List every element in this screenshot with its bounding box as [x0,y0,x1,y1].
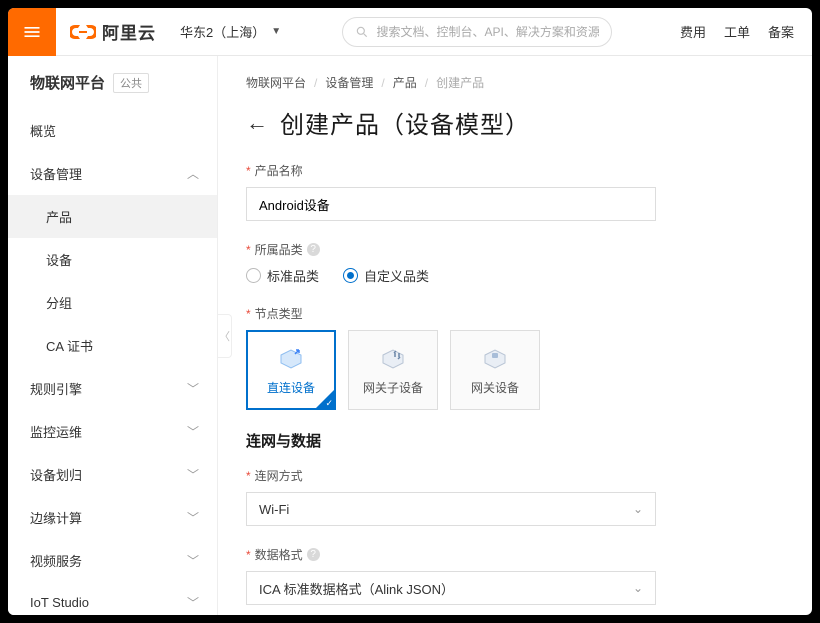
label-product-name: *产品名称 [246,162,784,179]
label-network-mode: *连网方式 [246,467,784,484]
brand[interactable]: 阿里云 [56,19,170,44]
page-title: 创建产品（设备模型） [280,105,530,140]
node-card-gateway-sub[interactable]: 网关子设备 [348,330,438,410]
arrow-left-icon: ← [246,110,268,135]
direct-device-icon [277,345,305,373]
product-name-input[interactable] [246,187,656,221]
sidebar-badge: 公共 [113,73,149,93]
help-icon[interactable]: ? [307,243,320,256]
menu-toggle-button[interactable] [8,8,56,56]
chevron-down-icon: ﹀ [187,466,199,483]
caret-down-icon: ▼ [271,26,281,37]
sidebar-item-device-mgmt[interactable]: 设备管理 ︿ [8,152,217,195]
breadcrumb: 物联网平台 / 设备管理 / 产品 / 创建产品 [246,74,784,91]
chevron-up-icon: ︿ [187,165,199,182]
help-icon[interactable]: ? [307,548,320,561]
sidebar-item-monitor-ops[interactable]: 监控运维 ﹀ [8,410,217,453]
label-node-type: *节点类型 [246,305,784,322]
main-content: 物联网平台 / 设备管理 / 产品 / 创建产品 ← 创建产品（设备模型） *产… [218,56,812,615]
top-links: 费用 工单 备案 [662,22,812,41]
network-mode-select[interactable]: Wi-Fi ⌄ [246,492,656,526]
sidebar-item-ca[interactable]: CA 证书 [8,324,217,367]
search-icon [355,25,369,39]
radio-icon [343,268,358,283]
sidebar-collapse-button[interactable]: 〈 [218,314,232,358]
gateway-sub-icon [379,345,407,373]
brand-text: 阿里云 [102,19,156,44]
chevron-left-icon: 〈 [219,328,230,344]
sidebar: 物联网平台 公共 概览 设备管理 ︿ 产品 设备 分组 CA 证书 规则引擎 ﹀… [8,56,218,615]
node-card-gateway[interactable]: 网关设备 [450,330,540,410]
top-bar: 阿里云 华东2（上海） ▼ 费用 工单 备案 [8,8,812,56]
data-format-select[interactable]: ICA 标准数据格式（Alink JSON） ⌄ [246,571,656,605]
back-button[interactable]: ← [246,110,268,136]
sidebar-title: 物联网平台 公共 [8,56,217,109]
radio-category-custom[interactable]: 自定义品类 [343,266,429,285]
crumb-device-mgmt[interactable]: 设备管理 [325,74,373,91]
radio-category-standard[interactable]: 标准品类 [246,266,319,285]
gateway-icon [481,345,509,373]
node-card-direct[interactable]: 直连设备 [246,330,336,410]
search-input[interactable] [377,25,599,39]
label-data-format: *数据格式 ? [246,546,784,563]
region-label: 华东2（上海） [180,22,265,41]
sidebar-item-device-dist[interactable]: 设备划归 ﹀ [8,453,217,496]
chevron-down-icon: ⌄ [633,502,643,516]
sidebar-item-device[interactable]: 设备 [8,238,217,281]
label-category: *所属品类 ? [246,241,784,258]
sidebar-item-iot-studio[interactable]: IoT Studio ﹀ [8,582,217,615]
chevron-down-icon: ⌄ [633,581,643,595]
sidebar-item-video-service[interactable]: 视频服务 ﹀ [8,539,217,582]
chevron-down-icon: ﹀ [187,594,199,611]
global-search[interactable] [342,17,612,47]
crumb-product[interactable]: 产品 [393,74,417,91]
section-network-data: 连网与数据 [246,430,784,451]
nav-ticket[interactable]: 工单 [724,22,750,41]
crumb-platform[interactable]: 物联网平台 [246,74,306,91]
chevron-down-icon: ﹀ [187,552,199,569]
sidebar-item-edge-compute[interactable]: 边缘计算 ﹀ [8,496,217,539]
chevron-down-icon: ﹀ [187,423,199,440]
sidebar-item-group[interactable]: 分组 [8,281,217,324]
radio-icon [246,268,261,283]
chevron-down-icon: ﹀ [187,509,199,526]
nav-backup[interactable]: 备案 [768,22,794,41]
sidebar-item-rule-engine[interactable]: 规则引擎 ﹀ [8,367,217,410]
region-selector[interactable]: 华东2（上海） ▼ [170,22,291,41]
sidebar-item-product[interactable]: 产品 [8,195,217,238]
crumb-current: 创建产品 [436,74,484,91]
brand-logo-icon [70,22,96,42]
chevron-down-icon: ﹀ [187,380,199,397]
hamburger-icon [22,22,42,42]
sidebar-item-overview[interactable]: 概览 [8,109,217,152]
nav-fee[interactable]: 费用 [680,22,706,41]
